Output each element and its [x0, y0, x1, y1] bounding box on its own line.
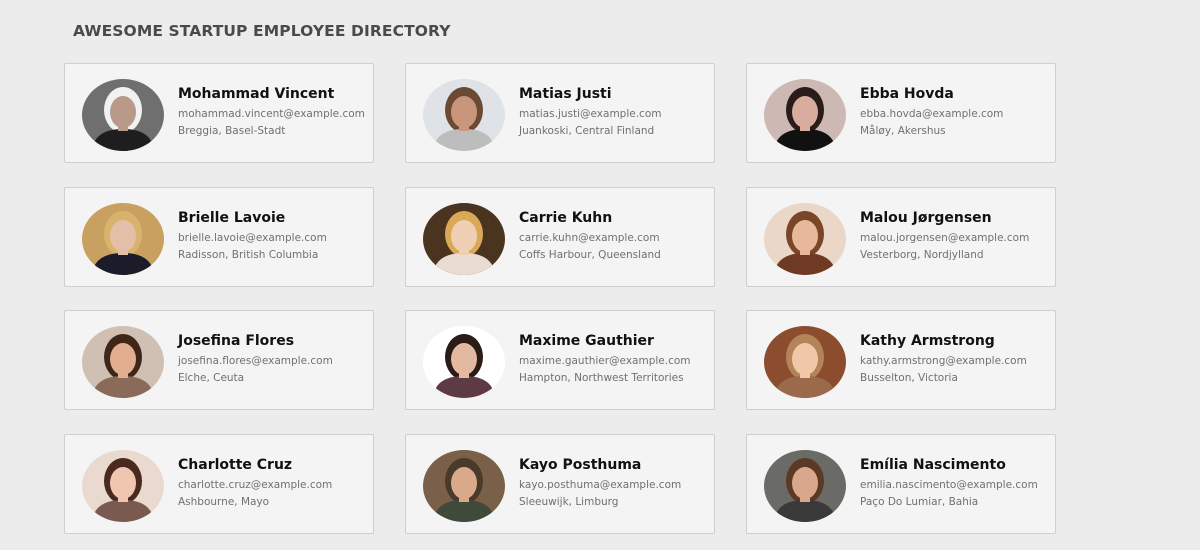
employee-avatar	[82, 449, 164, 522]
employee-card[interactable]: Kayo Posthuma kayo.posthuma@example.com …	[405, 433, 715, 534]
employee-avatar	[764, 449, 846, 522]
employee-card[interactable]: Carrie Kuhn carrie.kuhn@example.com Coff…	[405, 186, 715, 287]
employee-email: malou.jorgensen@example.com	[860, 231, 1030, 244]
employee-info: Kathy Armstrong kathy.armstrong@example.…	[860, 332, 1051, 387]
employee-info: Carrie Kuhn carrie.kuhn@example.com Coff…	[519, 209, 710, 264]
employee-name: Emília Nascimento	[860, 456, 1006, 473]
employee-name: Kayo Posthuma	[519, 456, 642, 473]
employee-email: kathy.armstrong@example.com	[860, 355, 1027, 367]
employee-info: Maxime Gauthier maxime.gauthier@example.…	[519, 332, 710, 387]
avatar-portrait-icon	[764, 449, 846, 522]
employee-avatar	[764, 202, 846, 275]
employee-location: Paço Do Lumiar, Bahia	[860, 495, 979, 508]
avatar-portrait-icon	[423, 202, 505, 275]
employee-info: Malou Jørgensen malou.jorgensen@example.…	[860, 209, 1051, 264]
employee-name: Maxime Gauthier	[519, 333, 654, 349]
employee-name: Mohammad Vincent	[178, 86, 335, 102]
employee-email: charlotte.cruz@example.com	[178, 478, 333, 491]
employee-name: Kathy Armstrong	[860, 333, 995, 349]
avatar-portrait-icon	[82, 202, 164, 275]
employee-card[interactable]: Brielle Lavoie brielle.lavoie@example.co…	[64, 186, 374, 287]
employee-name: Carrie Kuhn	[519, 209, 613, 226]
employee-email: mohammad.vincent@example.com	[178, 108, 365, 120]
employee-info: Matias Justi matias.justi@example.com Ju…	[519, 85, 710, 140]
employee-name: Charlotte Cruz	[178, 456, 293, 473]
employee-email: matias.justi@example.com	[519, 108, 662, 120]
employee-card[interactable]: Mohammad Vincent mohammad.vincent@exampl…	[64, 63, 374, 163]
employee-avatar	[423, 326, 505, 398]
employee-info: Kayo Posthuma kayo.posthuma@example.com …	[519, 456, 710, 511]
employee-location: Juankoski, Central Finland	[519, 125, 655, 137]
employee-grid: Mohammad Vincent mohammad.vincent@exampl…	[64, 63, 1056, 534]
employee-email: ebba.hovda@example.com	[860, 108, 1004, 120]
avatar-portrait-icon	[764, 79, 846, 151]
avatar-portrait-icon	[82, 326, 164, 398]
employee-email: carrie.kuhn@example.com	[519, 231, 660, 244]
employee-email: brielle.lavoie@example.com	[178, 231, 327, 244]
employee-info: Mohammad Vincent mohammad.vincent@exampl…	[178, 85, 369, 140]
employee-avatar	[423, 202, 505, 275]
avatar-portrait-icon	[764, 202, 846, 275]
employee-avatar	[764, 79, 846, 151]
employee-location: Radisson, British Columbia	[178, 248, 319, 261]
avatar-portrait-icon	[82, 79, 164, 151]
employee-avatar	[82, 79, 164, 151]
employee-info: Emília Nascimento emilia.nascimento@exam…	[860, 456, 1051, 511]
employee-email: josefina.flores@example.com	[178, 355, 333, 367]
employee-avatar	[423, 79, 505, 151]
employee-location: Hampton, Northwest Territories	[519, 372, 684, 384]
employee-avatar	[764, 326, 846, 398]
employee-card[interactable]: Matias Justi matias.justi@example.com Ju…	[405, 63, 715, 163]
employee-avatar	[82, 326, 164, 398]
avatar-portrait-icon	[423, 449, 505, 522]
employee-location: Busselton, Victoria	[860, 372, 958, 384]
employee-name: Ebba Hovda	[860, 86, 954, 102]
employee-location: Ashbourne, Mayo	[178, 495, 270, 508]
employee-card[interactable]: Malou Jørgensen malou.jorgensen@example.…	[746, 186, 1056, 287]
employee-card[interactable]: Charlotte Cruz charlotte.cruz@example.co…	[64, 433, 374, 534]
employee-name: Josefina Flores	[178, 333, 295, 349]
employee-card[interactable]: Emília Nascimento emilia.nascimento@exam…	[746, 433, 1056, 534]
employee-avatar	[82, 202, 164, 275]
employee-card[interactable]: Kathy Armstrong kathy.armstrong@example.…	[746, 310, 1056, 410]
avatar-portrait-icon	[764, 326, 846, 398]
employee-location: Coffs Harbour, Queensland	[519, 248, 661, 261]
employee-location: Breggia, Basel-Stadt	[178, 125, 286, 137]
employee-info: Josefina Flores josefina.flores@example.…	[178, 332, 369, 387]
employee-avatar	[423, 449, 505, 522]
employee-info: Ebba Hovda ebba.hovda@example.com Måløy,…	[860, 85, 1051, 140]
employee-info: Brielle Lavoie brielle.lavoie@example.co…	[178, 209, 369, 264]
page-title: AWESOME STARTUP EMPLOYEE DIRECTORY	[73, 22, 451, 40]
avatar-portrait-icon	[423, 79, 505, 151]
employee-name: Matias Justi	[519, 86, 612, 102]
employee-name: Brielle Lavoie	[178, 209, 286, 226]
employee-location: Sleeuwijk, Limburg	[519, 495, 619, 508]
employee-email: kayo.posthuma@example.com	[519, 478, 682, 491]
employee-email: maxime.gauthier@example.com	[519, 355, 691, 367]
employee-info: Charlotte Cruz charlotte.cruz@example.co…	[178, 456, 369, 511]
employee-card[interactable]: Maxime Gauthier maxime.gauthier@example.…	[405, 310, 715, 410]
employee-location: Vesterborg, Nordjylland	[860, 248, 984, 261]
employee-location: Elche, Ceuta	[178, 372, 245, 384]
employee-name: Malou Jørgensen	[860, 209, 992, 226]
employee-email: emilia.nascimento@example.com	[860, 478, 1038, 491]
directory-page: AWESOME STARTUP EMPLOYEE DIRECTORY Moham…	[0, 0, 1200, 550]
employee-card[interactable]: Ebba Hovda ebba.hovda@example.com Måløy,…	[746, 63, 1056, 163]
employee-location: Måløy, Akershus	[860, 125, 946, 137]
employee-card[interactable]: Josefina Flores josefina.flores@example.…	[64, 310, 374, 410]
avatar-portrait-icon	[423, 326, 505, 398]
avatar-portrait-icon	[82, 449, 164, 522]
